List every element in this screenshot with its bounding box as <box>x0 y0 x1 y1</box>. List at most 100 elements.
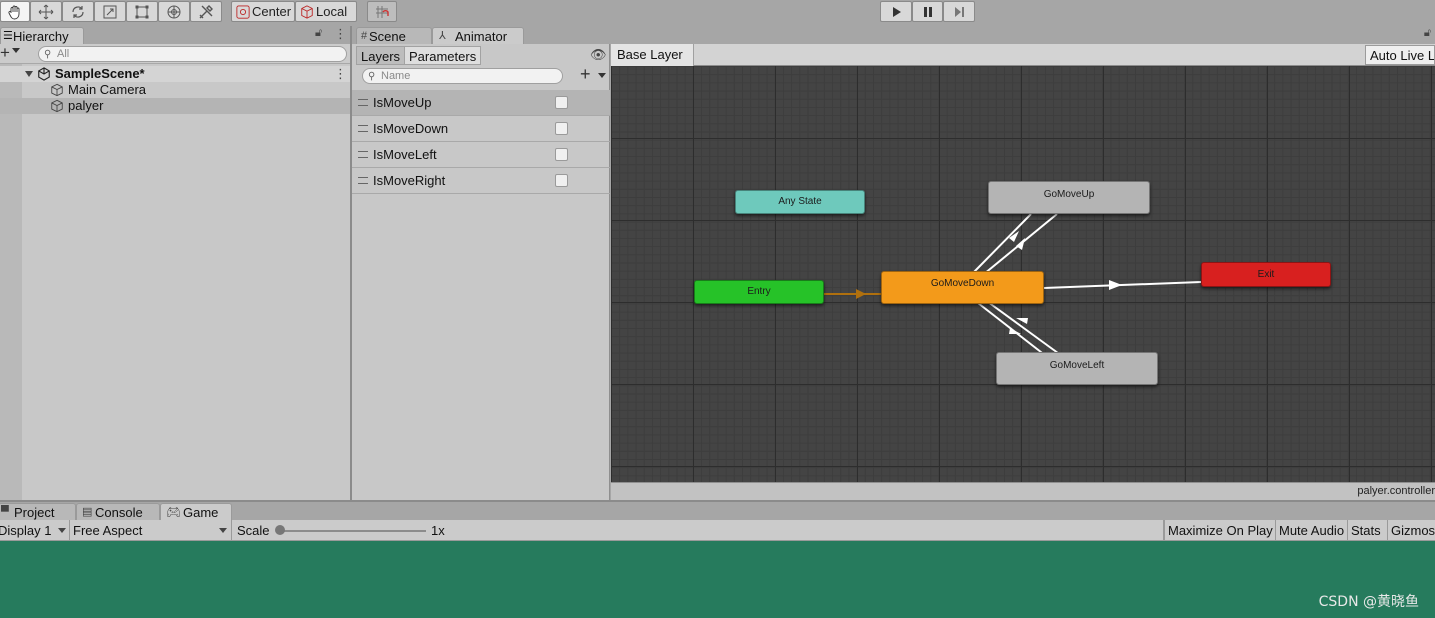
scale-slider-thumb[interactable] <box>275 525 285 535</box>
animator-lock-icon[interactable]: 🔓︎ <box>1424 27 1431 40</box>
grid-snap-icon <box>376 5 389 18</box>
scene-more-icon[interactable]: ⋮ <box>334 66 347 82</box>
hierarchy-tab-label: Hierarchy <box>13 29 69 44</box>
play-icon <box>893 6 901 17</box>
state-entry[interactable]: Entry <box>694 280 824 304</box>
state-go-move-left[interactable]: GoMoveLeft <box>996 352 1158 385</box>
step-icon <box>955 6 964 17</box>
parameter-bool-checkbox[interactable] <box>555 174 568 187</box>
console-tab-label: Console <box>95 505 143 520</box>
scene-tab-label: Scene <box>369 29 406 44</box>
scale-icon <box>103 5 117 18</box>
state-exit[interactable]: Exit <box>1201 262 1331 287</box>
search-icon: ⚲ <box>368 71 376 82</box>
gizmos-toggle[interactable]: Gizmos <box>1388 520 1435 541</box>
custom-tool-button[interactable] <box>190 1 222 22</box>
stats-toggle[interactable]: Stats <box>1348 520 1388 541</box>
parameter-name: IsMoveRight <box>373 173 446 188</box>
hierarchy-toolbar: + ⚲ All <box>0 43 350 64</box>
animator-graph-canvas[interactable]: Any State Entry GoMoveDown GoMoveUp GoMo… <box>611 66 1435 482</box>
parameter-row[interactable]: IsMoveDown <box>352 116 610 142</box>
transform-tool-button[interactable] <box>158 1 190 22</box>
rect-tool-button[interactable] <box>126 1 158 22</box>
add-dropdown-icon[interactable] <box>12 48 20 53</box>
tab-animator[interactable]: ⅄ Animator <box>432 27 524 44</box>
step-button[interactable] <box>943 1 975 22</box>
tab-game[interactable]: 🎮︎ Game <box>160 503 232 520</box>
transition-left-to-down[interactable] <box>987 301 1063 357</box>
parameter-bool-checkbox[interactable] <box>555 122 568 135</box>
scene-row[interactable]: SampleScene* ⋮ <box>0 66 350 82</box>
eye-icon[interactable]: 👁︎ <box>590 47 607 63</box>
parameter-bool-checkbox[interactable] <box>555 96 568 109</box>
move-arrows-icon <box>38 4 54 19</box>
animator-tab-label: Animator <box>455 29 508 44</box>
pivot-local-button[interactable]: Local <box>295 1 357 22</box>
scale-slider-track[interactable] <box>280 530 426 532</box>
parameter-search-input[interactable]: ⚲ Name <box>362 68 563 84</box>
game-view-toolbar: Display 1 Free Aspect Scale 1x Maximize … <box>0 520 1435 541</box>
main-toolbar: Center Local <box>0 0 1435 26</box>
project-tab-label: Project <box>14 505 55 520</box>
drag-handle-icon[interactable] <box>358 151 368 158</box>
parameter-row[interactable]: IsMoveUp <box>352 90 610 116</box>
hierarchy-gutter <box>0 64 22 500</box>
parameters-tab[interactable]: Parameters <box>404 46 482 65</box>
transition-arrow-icon <box>1016 238 1025 250</box>
play-button[interactable] <box>880 1 912 22</box>
aspect-dropdown[interactable]: Free Aspect <box>70 520 232 541</box>
add-parameter-dropdown-icon[interactable] <box>598 73 606 78</box>
scene-name: SampleScene* <box>55 66 145 81</box>
parameter-row[interactable]: IsMoveRight <box>352 168 610 194</box>
tab-scene[interactable]: # Scene <box>356 27 432 44</box>
hierarchy-search-input[interactable]: ⚲ All <box>38 46 347 62</box>
add-object-icon[interactable]: + <box>0 43 10 63</box>
state-go-move-down[interactable]: GoMoveDown <box>881 271 1044 304</box>
tab-console[interactable]: ▤ Console <box>76 503 160 520</box>
unity-scene-icon <box>38 67 50 81</box>
tab-hierarchy[interactable]: ☰ Hierarchy <box>0 27 84 44</box>
parameter-row[interactable]: IsMoveLeft <box>352 142 610 168</box>
pause-button[interactable] <box>912 1 943 22</box>
hierarchy-item-main-camera[interactable]: Main Camera <box>0 82 350 98</box>
display-dropdown[interactable]: Display 1 <box>0 520 70 541</box>
move-tool-button[interactable] <box>30 1 62 22</box>
center-tabbar: # Scene ⅄ Animator 🔓︎ <box>352 26 1435 44</box>
state-any-state[interactable]: Any State <box>735 190 865 214</box>
rotate-tool-button[interactable] <box>62 1 94 22</box>
drag-handle-icon[interactable] <box>358 125 368 132</box>
mute-audio-toggle[interactable]: Mute Audio <box>1276 520 1348 541</box>
auto-live-link-button[interactable]: Auto Live Link <box>1365 45 1435 65</box>
parameter-name: IsMoveDown <box>373 121 449 136</box>
hand-tool-button[interactable] <box>0 1 30 22</box>
layers-tab[interactable]: Layers <box>356 46 406 65</box>
scene-grid-icon: # <box>361 30 368 42</box>
tab-project[interactable]: ▀ Project <box>0 503 76 520</box>
maximize-on-play-toggle[interactable]: Maximize On Play <box>1164 520 1276 541</box>
parameter-name: IsMoveUp <box>373 95 432 110</box>
state-go-move-up[interactable]: GoMoveUp <box>988 181 1150 214</box>
pivot-center-label: Center <box>252 4 292 19</box>
hierarchy-item-palyer[interactable]: palyer <box>0 98 350 114</box>
drag-handle-icon[interactable] <box>358 99 368 106</box>
transition-arrow-icon <box>856 289 866 299</box>
lock-icon[interactable]: 🔓︎ <box>315 27 322 40</box>
scale-tool-button[interactable] <box>94 1 126 22</box>
scale-label: Scale <box>237 523 270 538</box>
breadcrumb[interactable]: Base Layer <box>611 44 694 66</box>
more-options-icon[interactable]: ⋮ <box>334 26 347 42</box>
parameter-name: IsMoveLeft <box>373 147 437 162</box>
expand-arrow-icon[interactable] <box>25 71 33 77</box>
game-view-canvas[interactable]: CSDN @黄晓鱼 <box>0 541 1435 618</box>
chevron-down-icon <box>219 528 227 533</box>
transition-down-to-exit[interactable] <box>1043 281 1202 289</box>
parameter-bool-checkbox[interactable] <box>555 148 568 161</box>
pivot-center-button[interactable]: Center <box>231 1 295 22</box>
grid-snap-button[interactable] <box>367 1 397 22</box>
hand-icon <box>8 5 20 19</box>
add-parameter-icon[interactable]: + <box>580 64 591 85</box>
transition-arrow-icon <box>1109 280 1122 290</box>
animator-parameters-panel: Layers Parameters 👁︎ ⚲ Name + IsMoveUp I… <box>352 44 610 500</box>
parameter-search-placeholder: Name <box>381 70 411 82</box>
drag-handle-icon[interactable] <box>358 177 368 184</box>
